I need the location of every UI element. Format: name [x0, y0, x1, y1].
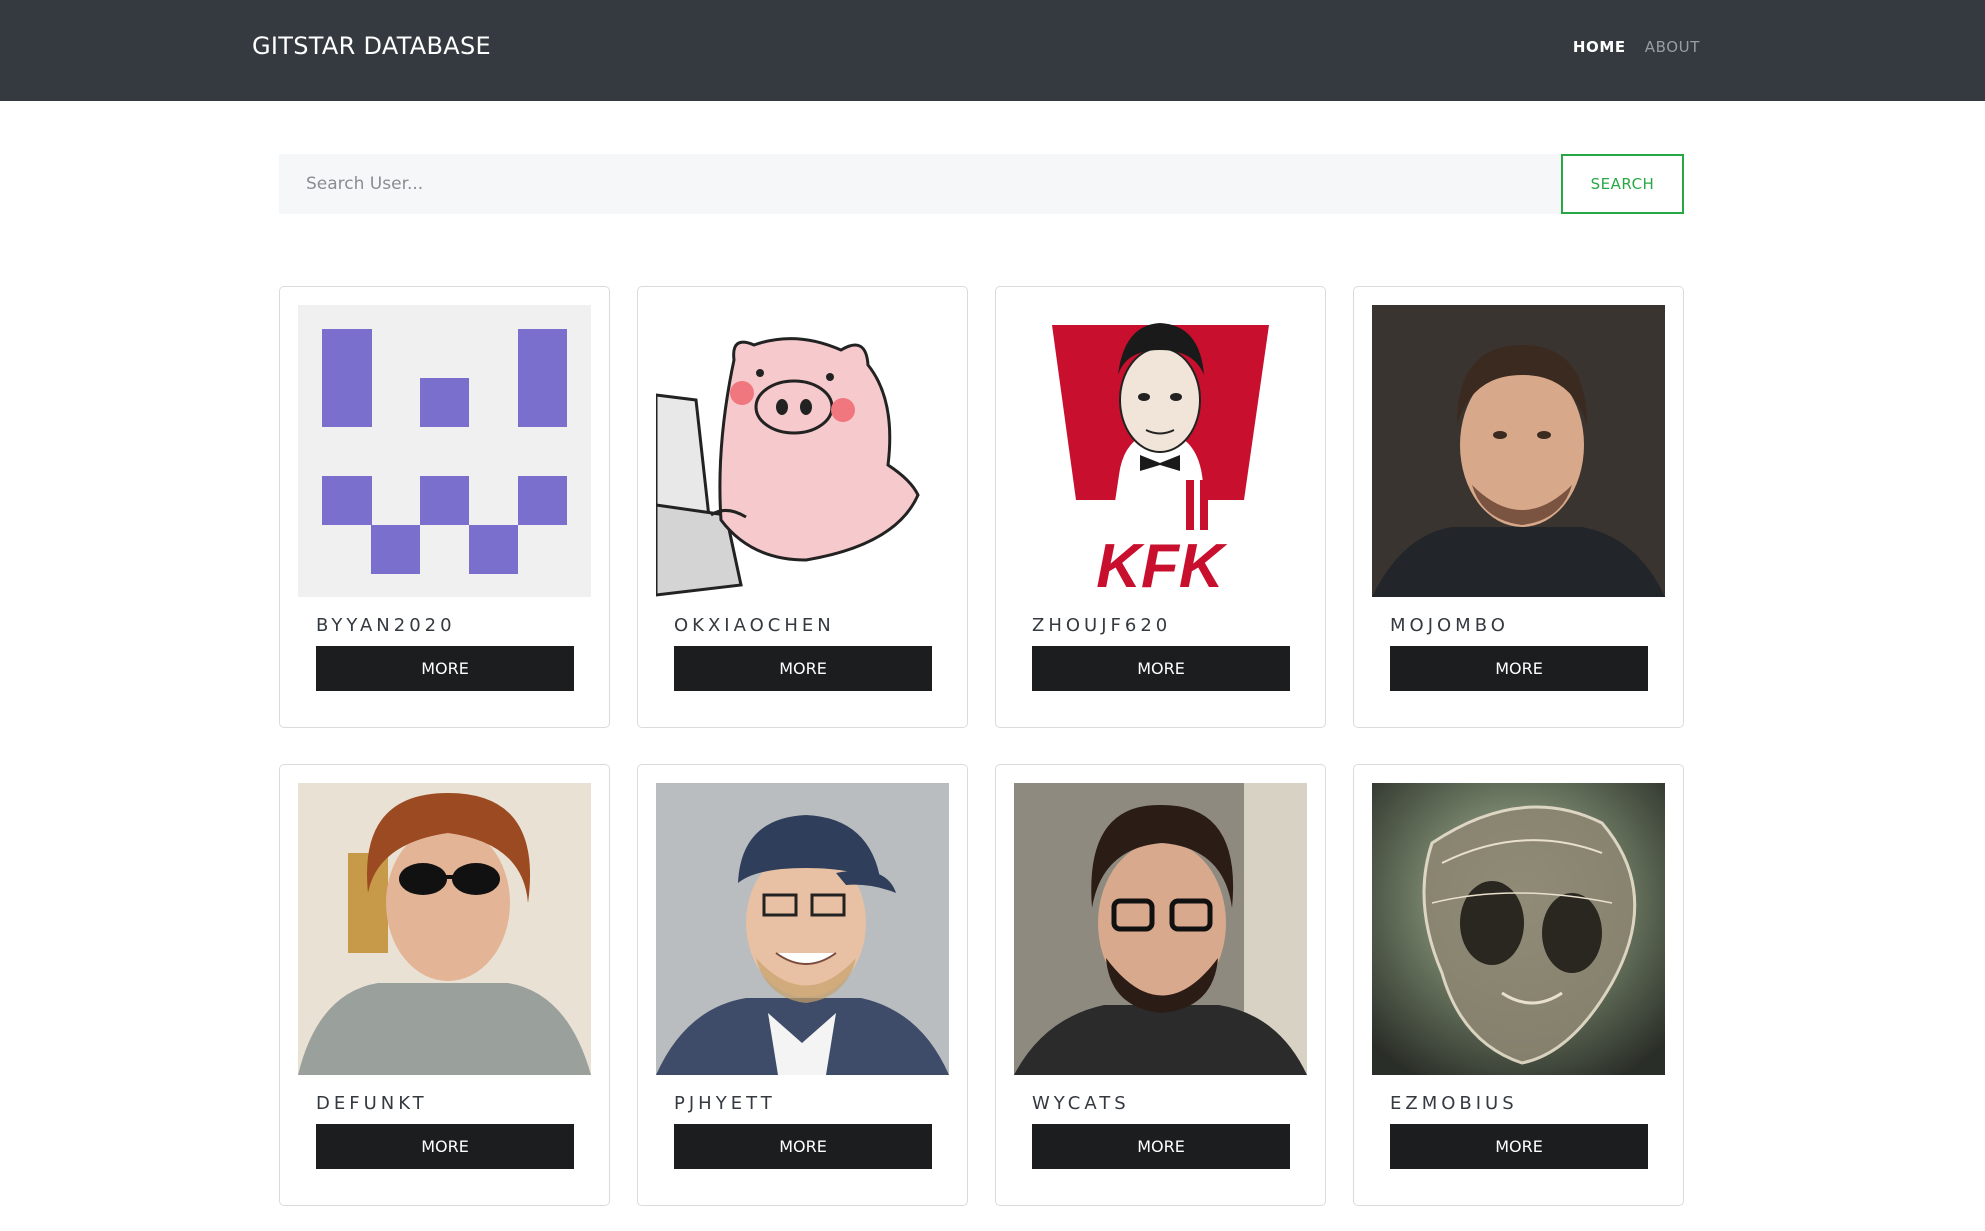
user-avatar: KFK: [1014, 305, 1307, 597]
more-button[interactable]: MORE: [674, 1124, 932, 1169]
more-button[interactable]: MORE: [1032, 1124, 1290, 1169]
user-card: EZMOBIUS MORE: [1353, 764, 1684, 1206]
user-card: WYCATS MORE: [995, 764, 1326, 1206]
username-label: DEFUNKT: [316, 1093, 428, 1114]
username-label: WYCATS: [1032, 1093, 1130, 1114]
more-button[interactable]: MORE: [674, 646, 932, 691]
user-avatar: [1014, 783, 1307, 1075]
nav-links: HOME ABOUT: [1573, 38, 1700, 56]
username-label: BYYAN2020: [316, 615, 456, 636]
user-avatar: [656, 305, 949, 597]
user-avatar: [656, 783, 949, 1075]
username-label: ZHOUJF620: [1032, 615, 1172, 636]
username-label: MOJOMBO: [1390, 615, 1509, 636]
user-card: OKXIAOCHEN MORE: [637, 286, 968, 728]
user-avatar: [1372, 305, 1665, 597]
more-button[interactable]: MORE: [316, 1124, 574, 1169]
navbar: GITSTAR DATABASE HOME ABOUT: [0, 0, 1985, 101]
portrait-avatar: [656, 783, 949, 1075]
pig-cartoon-avatar: [656, 305, 949, 597]
user-avatar: [298, 305, 591, 597]
kfk-logo-avatar: KFK: [1014, 305, 1307, 597]
nav-about-link[interactable]: ABOUT: [1645, 38, 1700, 56]
alien-art-avatar: [1372, 783, 1665, 1075]
user-card: PJHYETT MORE: [637, 764, 968, 1206]
user-avatar: [1372, 783, 1665, 1075]
user-avatar: [298, 783, 591, 1075]
brand-title[interactable]: GITSTAR DATABASE: [252, 32, 491, 60]
username-label: OKXIAOCHEN: [674, 615, 835, 636]
search-input[interactable]: [279, 154, 1561, 214]
kfk-logo-text: KFK: [1096, 532, 1228, 597]
user-grid: BYYAN2020 MORE OKXIAOCHEN MORE KFK ZHOUJ…: [279, 286, 1684, 1206]
username-label: EZMOBIUS: [1390, 1093, 1518, 1114]
more-button[interactable]: MORE: [1390, 646, 1648, 691]
user-card: MOJOMBO MORE: [1353, 286, 1684, 728]
user-card: KFK ZHOUJF620 MORE: [995, 286, 1326, 728]
portrait-avatar: [1372, 305, 1665, 597]
identicon-avatar: [298, 305, 591, 597]
more-button[interactable]: MORE: [1032, 646, 1290, 691]
more-button[interactable]: MORE: [1390, 1124, 1648, 1169]
portrait-avatar: [1014, 783, 1307, 1075]
portrait-avatar: [298, 783, 591, 1075]
nav-home-link[interactable]: HOME: [1573, 38, 1626, 56]
username-label: PJHYETT: [674, 1093, 776, 1114]
user-card: DEFUNKT MORE: [279, 764, 610, 1206]
search-button[interactable]: SEARCH: [1561, 154, 1684, 214]
search-bar: SEARCH: [279, 154, 1684, 214]
more-button[interactable]: MORE: [316, 646, 574, 691]
user-card: BYYAN2020 MORE: [279, 286, 610, 728]
